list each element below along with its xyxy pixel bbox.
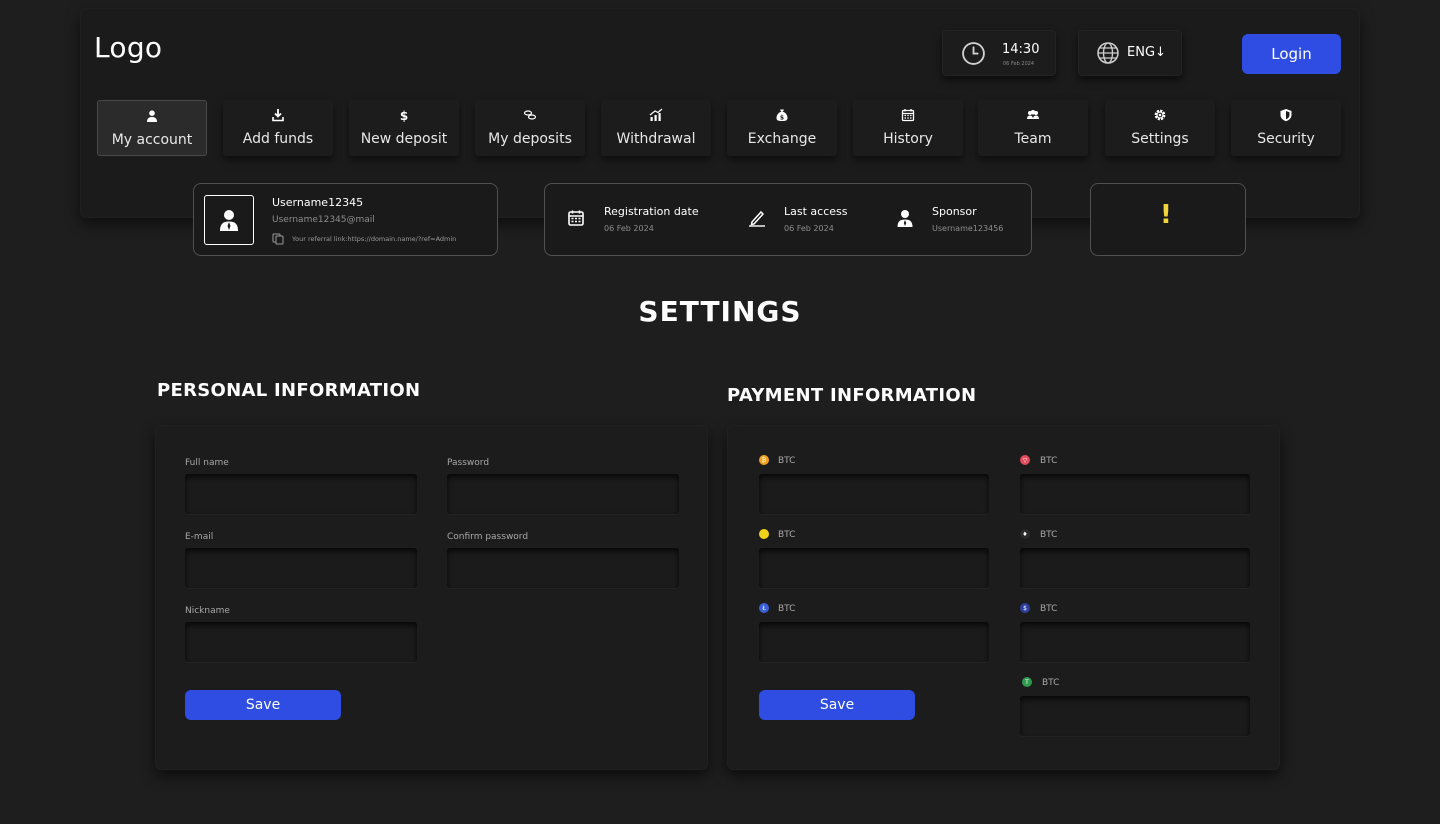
clock-icon bbox=[962, 42, 985, 65]
nav-my-deposits[interactable]: My deposits bbox=[475, 100, 585, 156]
nav-new-deposit[interactable]: $ New deposit bbox=[349, 100, 459, 156]
bitcoin-coin-icon: ₿ bbox=[759, 455, 769, 465]
copy-icon[interactable] bbox=[272, 233, 284, 245]
nav-settings[interactable]: Settings bbox=[1105, 100, 1215, 156]
last-access-value: 06 Feb 2024 bbox=[784, 224, 834, 233]
nav-add-funds[interactable]: Add funds bbox=[223, 100, 333, 156]
nickname-input[interactable] bbox=[185, 622, 417, 662]
nickname-label: Nickname bbox=[185, 606, 230, 616]
wallet-input-5[interactable] bbox=[759, 622, 989, 662]
tether-coin-icon: T bbox=[1022, 677, 1032, 687]
tron-coin-icon: ▽ bbox=[1020, 455, 1030, 465]
svg-text:$: $ bbox=[400, 109, 408, 122]
nav-label: Add funds bbox=[242, 131, 314, 147]
wallet-label: BTC bbox=[778, 530, 796, 540]
dollar-icon: $ bbox=[400, 109, 408, 122]
wallet-label: BTC bbox=[1040, 530, 1058, 540]
save-personal-button[interactable]: Save bbox=[185, 690, 341, 720]
confirm-password-input[interactable] bbox=[447, 548, 679, 588]
nav-label: Exchange bbox=[747, 131, 817, 147]
litecoin-coin-icon: Ł bbox=[759, 603, 769, 613]
shield-icon bbox=[1280, 109, 1292, 122]
wallet-input-3[interactable] bbox=[759, 548, 989, 588]
nav-label: My account bbox=[111, 132, 193, 148]
wallet-input-6[interactable] bbox=[1020, 622, 1250, 662]
nav-label: History bbox=[883, 131, 933, 147]
full-name-label: Full name bbox=[185, 458, 229, 468]
globe-icon[interactable] bbox=[1096, 41, 1120, 65]
wallet-label: BTC bbox=[778, 604, 796, 614]
password-input[interactable] bbox=[447, 474, 679, 514]
nav-security[interactable]: Security bbox=[1231, 100, 1341, 156]
personal-info-title: PERSONAL INFORMATION bbox=[157, 380, 421, 401]
download-icon bbox=[272, 109, 284, 122]
usdc-coin-icon: $ bbox=[1020, 603, 1030, 613]
user-icon bbox=[147, 110, 157, 122]
referral-link[interactable]: Your referral link:https://domain.name/?… bbox=[292, 235, 456, 243]
user-avatar-icon bbox=[220, 210, 238, 231]
coins-icon bbox=[523, 110, 537, 120]
gear-icon bbox=[1154, 109, 1166, 121]
registration-date-title: Registration date bbox=[604, 205, 699, 218]
save-payment-button[interactable]: Save bbox=[759, 690, 915, 720]
account-meta-card bbox=[544, 183, 1032, 256]
logo[interactable]: Logo bbox=[94, 31, 162, 64]
clock-date: 06 Feb 2024 bbox=[1003, 61, 1035, 67]
nav-my-account[interactable]: My account bbox=[97, 100, 207, 156]
nav-label: My deposits bbox=[488, 131, 572, 147]
registration-date-value: 06 Feb 2024 bbox=[604, 224, 654, 233]
ethereum-coin-icon: ♦ bbox=[1020, 529, 1030, 539]
wallet-input-2[interactable] bbox=[1020, 474, 1250, 514]
nav-label: Withdrawal bbox=[616, 131, 696, 147]
nav-team[interactable]: Team bbox=[978, 100, 1088, 156]
last-access-title: Last access bbox=[784, 205, 848, 218]
sponsor-title: Sponsor bbox=[932, 205, 977, 218]
language-label[interactable]: ENG↓ bbox=[1127, 45, 1166, 60]
email-input[interactable] bbox=[185, 548, 417, 588]
wallet-label: BTC bbox=[1040, 456, 1058, 466]
login-button[interactable]: Login bbox=[1242, 34, 1341, 74]
chart-up-icon bbox=[649, 108, 663, 121]
warning-icon: ! bbox=[1160, 200, 1172, 230]
nav-label: New deposit bbox=[360, 131, 448, 147]
avatar[interactable] bbox=[204, 195, 254, 245]
password-label: Password bbox=[447, 458, 490, 468]
wallet-label: BTC bbox=[1040, 604, 1058, 614]
email-label: E-mail bbox=[185, 532, 214, 542]
page-title: SETTINGS bbox=[638, 295, 802, 328]
calendar-icon bbox=[568, 210, 584, 226]
bnb-coin-icon bbox=[759, 529, 769, 539]
calendar-icon bbox=[901, 109, 915, 122]
payment-info-title: PAYMENT INFORMATION bbox=[727, 385, 977, 406]
wallet-input-7[interactable] bbox=[1020, 696, 1250, 736]
nav-label: Security bbox=[1257, 131, 1315, 147]
nav-withdrawal[interactable]: Withdrawal bbox=[601, 100, 711, 156]
username: Username12345 bbox=[272, 196, 364, 209]
money-bag-icon: $ bbox=[776, 109, 788, 122]
confirm-password-label: Confirm password bbox=[447, 532, 529, 542]
svg-text:$: $ bbox=[780, 115, 784, 122]
wallet-input-4[interactable] bbox=[1020, 548, 1250, 588]
clock-time: 14:30 bbox=[1002, 42, 1040, 57]
nav-history[interactable]: History bbox=[853, 100, 963, 156]
sponsor-value: Username123456 bbox=[932, 224, 1004, 233]
full-name-input[interactable] bbox=[185, 474, 417, 514]
nav-label: Team bbox=[1014, 131, 1052, 147]
sponsor-icon bbox=[897, 210, 913, 227]
team-icon bbox=[1027, 110, 1039, 119]
user-email: Username12345@mail bbox=[272, 215, 375, 225]
wallet-label: BTC bbox=[778, 456, 796, 466]
pen-icon bbox=[749, 210, 765, 227]
nav-exchange[interactable]: $ Exchange bbox=[727, 100, 837, 156]
wallet-input-1[interactable] bbox=[759, 474, 989, 514]
nav-label: Settings bbox=[1131, 131, 1189, 147]
wallet-label: BTC bbox=[1042, 678, 1060, 688]
